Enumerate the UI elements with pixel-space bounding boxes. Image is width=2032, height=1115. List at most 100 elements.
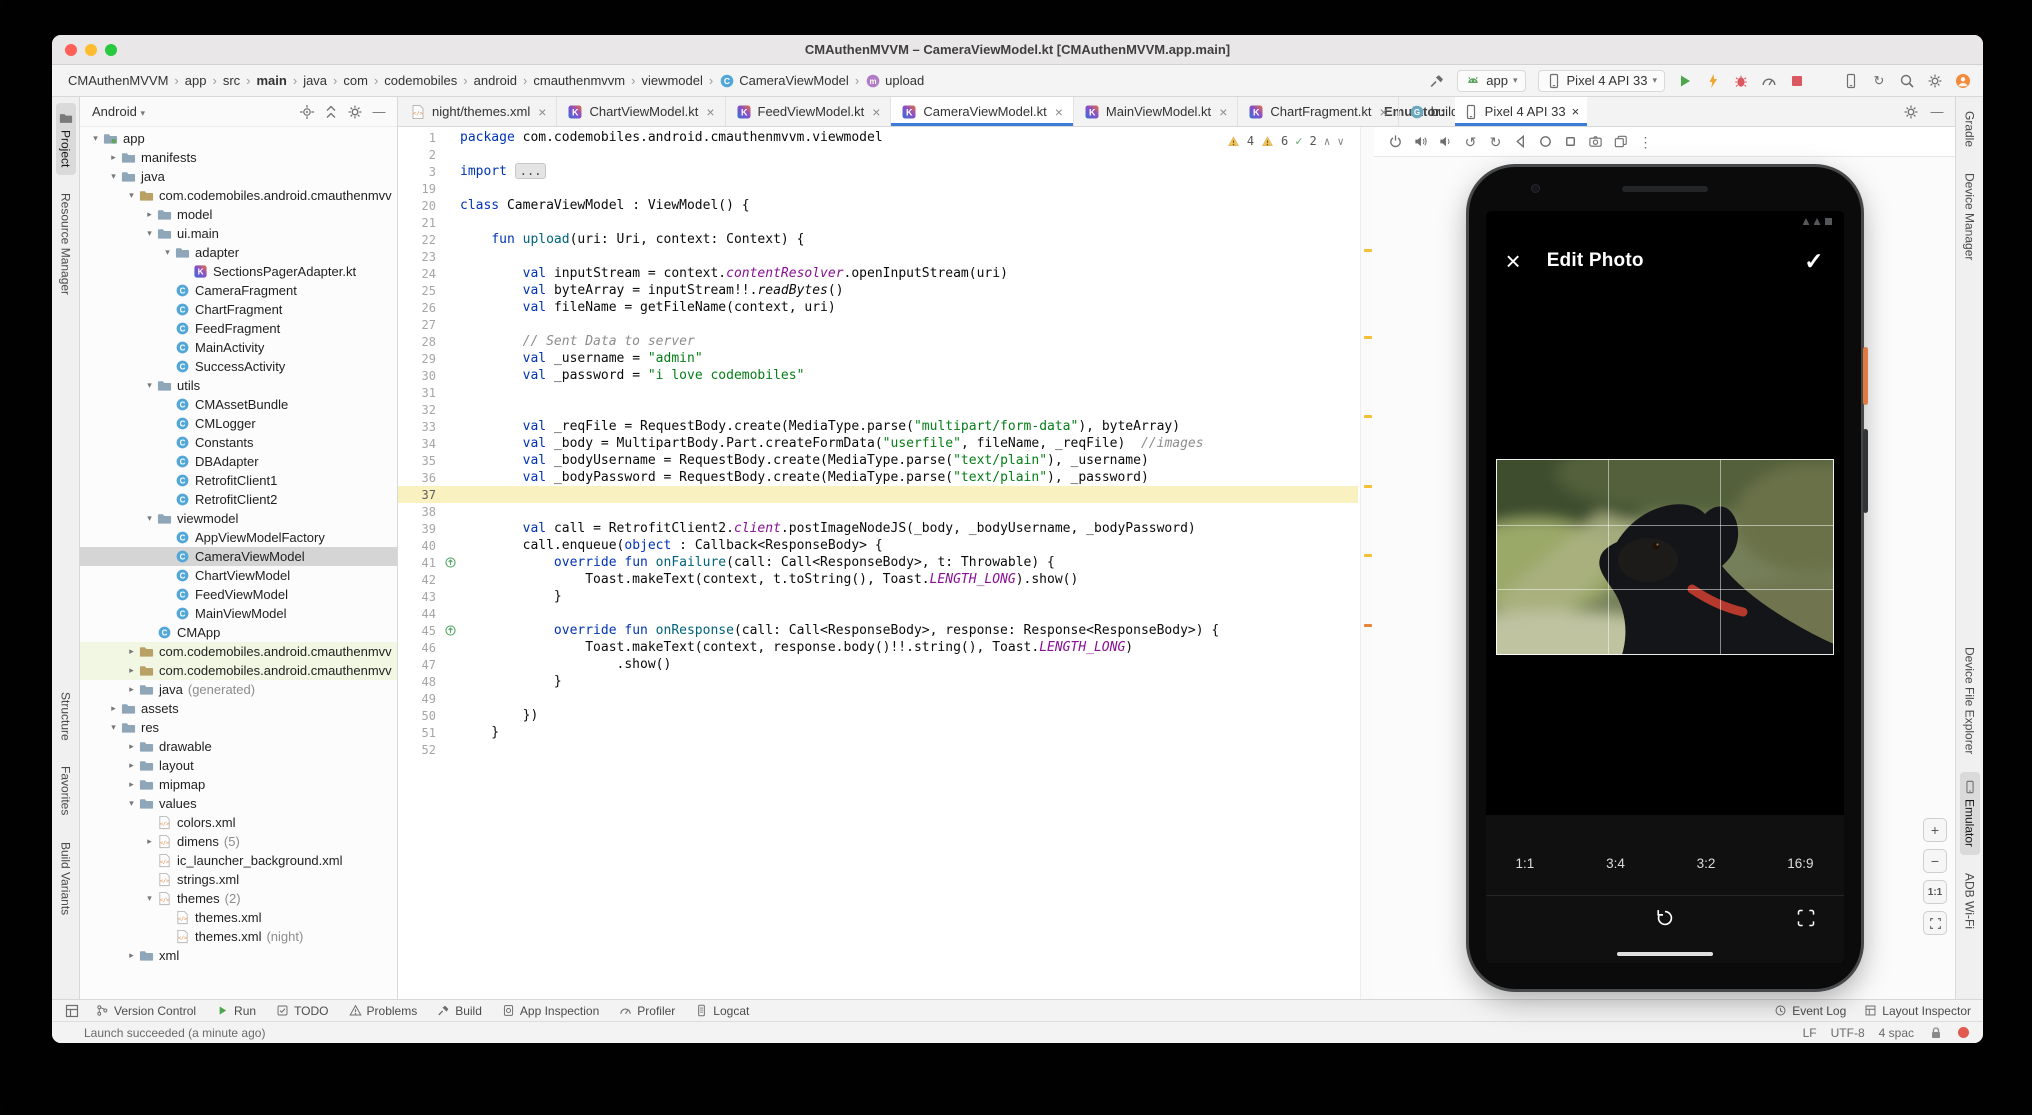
zoom-fit-button[interactable]: [1923, 911, 1947, 935]
close-icon[interactable]: ×: [1506, 248, 1521, 274]
next-issue-icon[interactable]: ∨: [1337, 135, 1344, 148]
code-line[interactable]: 51 }: [398, 724, 1358, 741]
home-button[interactable]: [1538, 134, 1553, 149]
collapse-all-icon[interactable]: [323, 104, 339, 120]
close-icon[interactable]: ×: [1572, 104, 1580, 119]
zoom-in-button[interactable]: +: [1923, 818, 1947, 842]
tree-item[interactable]: CRetrofitClient1: [80, 471, 397, 490]
breadcrumb-item[interactable]: CCameraViewModel: [719, 73, 849, 89]
tree-item[interactable]: CCameraFragment: [80, 281, 397, 300]
bottom-tool-event-log[interactable]: Event Log: [1774, 1004, 1846, 1018]
more-button[interactable]: ⋮: [1638, 134, 1653, 149]
notification-dot[interactable]: [1958, 1027, 1969, 1038]
phone-screen[interactable]: × Edit Photo ✓: [1486, 211, 1844, 963]
code-area[interactable]: 1package com.codemobiles.android.cmauthe…: [398, 127, 1374, 999]
chevron-down-icon[interactable]: ▾: [106, 171, 121, 182]
avatar[interactable]: [1955, 73, 1971, 89]
chevron-right-icon[interactable]: ▸: [106, 703, 121, 714]
sync-project-button[interactable]: ↻: [1871, 73, 1887, 89]
run-config-select[interactable]: app ▾: [1457, 70, 1525, 92]
aspect-ratio-option[interactable]: 16:9: [1787, 856, 1813, 871]
chevron-down-icon[interactable]: ▾: [142, 380, 157, 391]
tree-item[interactable]: CConstants: [80, 433, 397, 452]
override-marker-icon[interactable]: [444, 556, 457, 569]
gear-icon[interactable]: [1903, 104, 1919, 120]
code-line[interactable]: 30 val _password = "i love codemobiles": [398, 367, 1358, 384]
code-line[interactable]: 27: [398, 316, 1358, 333]
tree-item[interactable]: ▾adapter: [80, 243, 397, 262]
gear-icon[interactable]: [347, 104, 363, 120]
editor-tab-chartfragment-kt[interactable]: KChartFragment.kt×: [1238, 97, 1398, 126]
editor-tab-feedviewmodel-kt[interactable]: KFeedViewModel.kt×: [726, 97, 892, 126]
overview-button[interactable]: [1563, 134, 1578, 149]
code-line[interactable]: 31: [398, 384, 1358, 401]
code-line[interactable]: 1package com.codemobiles.android.cmauthe…: [398, 129, 1358, 146]
code-line[interactable]: 22 fun upload(uri: Uri, context: Context…: [398, 231, 1358, 248]
tree-item[interactable]: CDBAdapter: [80, 452, 397, 471]
tree-item[interactable]: CFeedFragment: [80, 319, 397, 338]
code-line[interactable]: 52: [398, 741, 1358, 758]
code-line[interactable]: 35 val _bodyUsername = RequestBody.creat…: [398, 452, 1358, 469]
chevron-down-icon[interactable]: ▾: [160, 247, 175, 258]
zoom-actual-button[interactable]: 1:1: [1923, 880, 1947, 904]
code-line[interactable]: 48 }: [398, 673, 1358, 690]
aspect-ratio-option[interactable]: 1:1: [1516, 856, 1535, 871]
code-line[interactable]: 45 override fun onResponse(call: Call<Re…: [398, 622, 1358, 639]
code-line[interactable]: 26 val fileName = getFileName(context, u…: [398, 299, 1358, 316]
chevron-down-icon[interactable]: ▾: [142, 228, 157, 239]
breadcrumb-item[interactable]: viewmodel: [641, 73, 702, 88]
volume-up-button[interactable]: [1413, 134, 1428, 149]
minimize-window-button[interactable]: [85, 44, 97, 56]
tree-item[interactable]: ▾values: [80, 794, 397, 813]
tree-item[interactable]: ▸</>dimens(5): [80, 832, 397, 851]
code-line[interactable]: 2: [398, 146, 1358, 163]
tool-stripe-button-emulator[interactable]: Emulator: [1960, 772, 1980, 855]
tool-stripe-button-device-manager[interactable]: Device Manager: [1960, 165, 1980, 268]
tree-item[interactable]: CCameraViewModel: [80, 547, 397, 566]
editor-tab-chartviewmodel-kt[interactable]: KChartViewModel.kt×: [557, 97, 725, 126]
breadcrumb-item[interactable]: src: [223, 73, 240, 88]
code-line[interactable]: 40 call.enqueue(object : Callback<Respon…: [398, 537, 1358, 554]
prev-issue-icon[interactable]: ∧: [1324, 135, 1331, 148]
bottom-tool-run[interactable]: Run: [216, 1004, 256, 1018]
breadcrumb-item[interactable]: com: [343, 73, 368, 88]
breadcrumb-item[interactable]: mupload: [865, 73, 924, 89]
camera-button[interactable]: [1588, 134, 1603, 149]
tool-stripe-button-project[interactable]: Project: [56, 103, 76, 175]
tree-item[interactable]: ▾viewmodel: [80, 509, 397, 528]
tree-item[interactable]: ▸java(generated): [80, 680, 397, 699]
chevron-right-icon[interactable]: ▸: [124, 760, 139, 771]
chevron-down-icon[interactable]: ▾: [142, 893, 157, 904]
breadcrumb-item[interactable]: codemobiles: [384, 73, 457, 88]
chevron-right-icon[interactable]: ▸: [124, 646, 139, 657]
zoom-out-button[interactable]: −: [1923, 849, 1947, 873]
tree-item[interactable]: </>themes.xml: [80, 908, 397, 927]
rotate-left-button[interactable]: ↺: [1463, 134, 1478, 149]
hide-panel-icon[interactable]: —: [1929, 104, 1945, 120]
tree-item[interactable]: CCMLogger: [80, 414, 397, 433]
tree-item[interactable]: CMainViewModel: [80, 604, 397, 623]
stop-button[interactable]: [1789, 73, 1805, 89]
tree-item[interactable]: CRetrofitClient2: [80, 490, 397, 509]
code-line[interactable]: 46 Toast.makeText(context, response.body…: [398, 639, 1358, 656]
tool-stripe-button-device-file-explorer[interactable]: Device File Explorer: [1960, 639, 1980, 762]
rotate-icon[interactable]: [1654, 907, 1676, 929]
tree-item[interactable]: ▾java: [80, 167, 397, 186]
chevron-down-icon[interactable]: ▾: [106, 722, 121, 733]
tree-item[interactable]: ▸manifests: [80, 148, 397, 167]
tree-item[interactable]: ▸assets: [80, 699, 397, 718]
rotate-right-button[interactable]: ↻: [1488, 134, 1503, 149]
bottom-tool-logcat[interactable]: Logcat: [695, 1004, 749, 1018]
tool-stripe-button-structure[interactable]: Structure: [56, 684, 76, 749]
tree-item[interactable]: CChartFragment: [80, 300, 397, 319]
editor-tab-cameraviewmodel-kt[interactable]: KCameraViewModel.kt×: [891, 97, 1074, 126]
code-line[interactable]: 33 val _reqFile = RequestBody.create(Med…: [398, 418, 1358, 435]
bottom-tool-problems[interactable]: Problems: [349, 1004, 418, 1018]
tree-item[interactable]: ▾res: [80, 718, 397, 737]
editor-tab-mainviewmodel-kt[interactable]: KMainViewModel.kt×: [1074, 97, 1238, 126]
tree-item[interactable]: CMainActivity: [80, 338, 397, 357]
close-icon[interactable]: ×: [1055, 104, 1063, 120]
tree-item[interactable]: ▾</>themes(2): [80, 889, 397, 908]
code-line[interactable]: 25 val byteArray = inputStream!!.readByt…: [398, 282, 1358, 299]
chevron-right-icon[interactable]: ▸: [142, 836, 157, 847]
